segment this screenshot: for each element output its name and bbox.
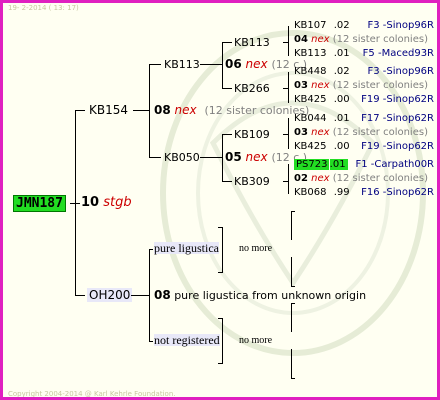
leaf-name: nex: [311, 173, 330, 184]
dam-year: 08: [154, 288, 171, 302]
leaf-val: .01: [329, 159, 348, 170]
sire-name: nex: [174, 103, 197, 117]
sire-colony[interactable]: KB154: [89, 104, 128, 116]
leaf-name: nex: [311, 127, 330, 138]
leaf-row[interactable]: KB113 .01 F5 -Maced93R: [294, 49, 434, 59]
sire-queen: 08 nex (12 sister colonies): [154, 104, 309, 116]
leaf-row[interactable]: KB068 .99 F16 -Sinop62R: [294, 188, 434, 198]
kb113-colony[interactable]: KB113: [164, 59, 200, 70]
leaf-note: (12 sister colonies): [332, 34, 428, 45]
root-colony[interactable]: JMN187: [13, 195, 66, 212]
leaf-val: .00: [333, 94, 350, 105]
kb050-year: 05: [225, 150, 242, 164]
kb050-colony[interactable]: KB050: [164, 152, 200, 163]
gp-kb266[interactable]: KB266: [234, 83, 270, 94]
dam-queen: 08 pure ligustica from unknown origin: [154, 289, 366, 301]
leaf-origin: F19 -Sinop62R: [361, 94, 434, 105]
root-id: JMN187: [16, 196, 63, 211]
dam-desc: pure ligustica from unknown origin: [174, 289, 367, 302]
kb113-year: 06: [225, 57, 242, 71]
leaf-note: (12 sister colonies): [332, 173, 428, 184]
leaf-id: KB107: [294, 20, 327, 31]
leaf-id: KB425: [294, 141, 327, 152]
leaf-row: 02 nex (12 sister colonies): [294, 174, 428, 184]
pedigree-page: 19- 2-2014 ( 13: 17) JMN187 10 stgb KB15…: [0, 0, 440, 400]
leaf-id: KB448: [294, 66, 327, 77]
leaf-name: nex: [311, 80, 330, 91]
no-more-1: no more: [239, 243, 273, 254]
no-more-2: no more: [239, 335, 273, 346]
leaf-origin: F5 -Maced93R: [362, 48, 434, 59]
dam-sire-pure: pure ligustica: [154, 241, 219, 255]
gp-kb109[interactable]: KB109: [234, 129, 270, 140]
leaf-val: .01: [333, 48, 350, 59]
leaf-origin: F1 -Carpath00R: [355, 159, 434, 170]
leaf-row[interactable]: KB425 .00 F19 -Sinop62R: [294, 95, 434, 105]
leaf-row[interactable]: KB448 .02 F3 -Sinop96R: [294, 67, 434, 77]
leaf-name: nex: [311, 34, 330, 45]
leaf-val: .01: [333, 113, 350, 124]
leaf-year: 03: [294, 127, 308, 138]
gen1-queen: 10 stgb: [81, 196, 132, 209]
copyright: Copyright 2004-2014 @ Karl Kehrle Founda…: [8, 390, 176, 398]
leaf-origin: F3 -Sinop96R: [367, 20, 434, 31]
gp-kb113[interactable]: KB113: [234, 37, 270, 48]
leaf-row: 04 nex (12 sister colonies): [294, 35, 428, 45]
leaf-row: 03 nex (12 sister colonies): [294, 128, 428, 138]
leaf-id: KB068: [294, 187, 327, 198]
print-date: 19- 2-2014 ( 13: 17): [8, 4, 79, 12]
leaf-row: 03 nex (12 sister colonies): [294, 81, 428, 91]
sire-year: 08: [154, 103, 171, 117]
leaf-note: (12 sister colonies): [332, 127, 428, 138]
leaf-year: 03: [294, 80, 308, 91]
leaf-row[interactable]: PS723 .01 F1 -Carpath00R: [294, 159, 434, 170]
leaf-id: KB044: [294, 113, 327, 124]
leaf-val: .02: [333, 66, 350, 77]
leaf-id: KB113: [294, 48, 327, 59]
leaf-year: 02: [294, 173, 308, 184]
leaf-val: .00: [333, 141, 350, 152]
leaf-row[interactable]: KB044 .01 F17 -Sinop62R: [294, 114, 434, 124]
gp-kb309[interactable]: KB309: [234, 176, 270, 187]
kb113-name: nex: [245, 57, 268, 71]
leaf-year: 04: [294, 34, 308, 45]
gen1-year: 10: [81, 195, 100, 210]
dam-colony[interactable]: OH200: [87, 288, 133, 302]
leaf-id: PS723: [294, 159, 330, 170]
dam-not-registered: not registered: [154, 333, 220, 347]
leaf-val: .99: [333, 187, 350, 198]
leaf-origin: F3 -Sinop96R: [367, 66, 434, 77]
leaf-note: (12 sister colonies): [332, 80, 428, 91]
leaf-origin: F16 -Sinop62R: [361, 187, 434, 198]
gen1-name: stgb: [103, 195, 132, 210]
leaf-origin: F17 -Sinop62R: [361, 113, 434, 124]
leaf-row[interactable]: KB425 .00 F19 -Sinop62R: [294, 142, 434, 152]
leaf-origin: F19 -Sinop62R: [361, 141, 434, 152]
leaf-val: .02: [333, 20, 350, 31]
kb050-name: nex: [245, 150, 268, 164]
leaf-id: KB425: [294, 94, 327, 105]
leaf-row[interactable]: KB107 .02 F3 -Sinop96R: [294, 21, 434, 31]
